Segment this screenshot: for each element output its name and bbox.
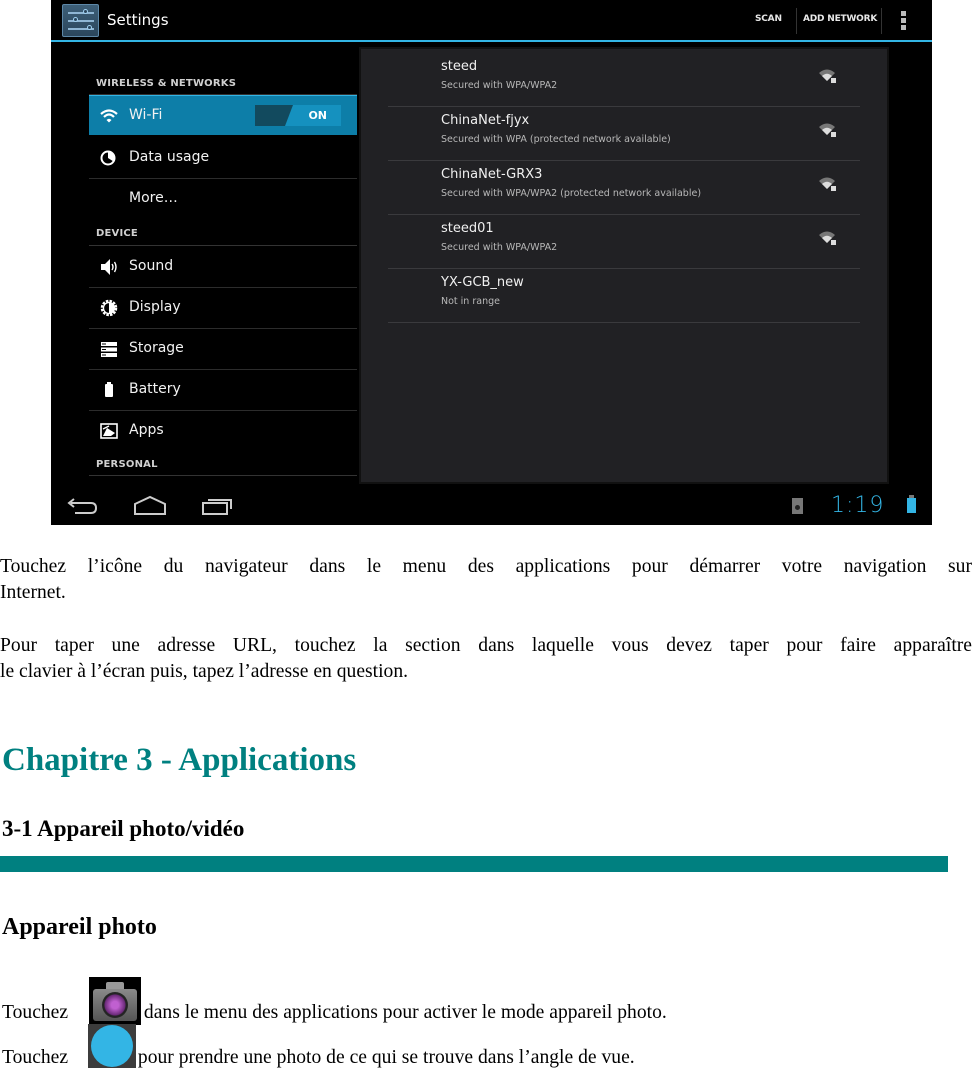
wifi-lock-icon	[818, 229, 838, 247]
sd-card-icon	[792, 498, 803, 514]
category-personal: PERSONAL	[96, 459, 158, 470]
sidebar-item-more[interactable]: More…	[89, 179, 357, 219]
sound-icon	[99, 257, 119, 277]
sidebar-item-label: Wi-Fi	[129, 107, 163, 123]
text-line: Internet.	[0, 582, 66, 603]
network-item[interactable]: steed01 Secured with WPA/WPA2	[388, 215, 860, 269]
sidebar-item-sound[interactable]: Sound	[89, 247, 357, 287]
sidebar-item-battery[interactable]: Battery	[89, 370, 357, 410]
data-usage-icon	[99, 148, 119, 168]
sidebar-item-label: Data usage	[129, 149, 210, 165]
network-item[interactable]: YX-GCB_new Not in range	[388, 269, 860, 323]
overflow-menu-icon[interactable]	[901, 11, 907, 31]
text-line: le clavier à l’écran puis, tapez l’adres…	[0, 661, 409, 682]
divider	[89, 245, 357, 246]
shutter-button-icon	[88, 1024, 136, 1068]
clock: 1:19	[831, 493, 885, 518]
network-item[interactable]: ChinaNet-GRX3 Secured with WPA/WPA2 (pro…	[388, 161, 860, 215]
sidebar-item-label: Sound	[129, 258, 174, 274]
network-status: Secured with WPA/WPA2	[441, 242, 558, 253]
text-line: Pour taper une adresse URL, touchez la s…	[0, 635, 972, 656]
instruction-text: dans le menu des applications pour activ…	[143, 1002, 667, 1023]
paragraph-browser: Touchez l’icône du navigateur dans le me…	[0, 554, 972, 606]
category-wireless-networks: WIRELESS & NETWORKS	[96, 78, 237, 89]
network-status: Secured with WPA/WPA2 (protected network…	[441, 188, 702, 199]
network-item[interactable]: ChinaNet-fjyx Secured with WPA (protecte…	[388, 107, 860, 161]
instruction-text: pour prendre une photo de ce qui se trou…	[137, 1047, 635, 1068]
action-divider	[796, 8, 797, 34]
settings-screenshot: Settings SCAN ADD NETWORK WIRELESS & NET…	[51, 0, 932, 525]
divider	[388, 322, 860, 323]
settings-sidebar: WIRELESS & NETWORKS Wi-Fi ON Data usage …	[89, 70, 357, 480]
scan-button[interactable]: SCAN	[755, 14, 782, 24]
display-icon	[99, 298, 119, 318]
network-name: YX-GCB_new	[441, 275, 524, 290]
network-name: steed01	[441, 221, 494, 236]
recent-apps-icon[interactable]	[201, 495, 235, 521]
section-rule	[0, 856, 948, 872]
divider	[89, 475, 357, 476]
sidebar-item-storage[interactable]: Storage	[89, 329, 357, 369]
battery-icon	[99, 380, 119, 400]
app-title: Settings	[107, 11, 169, 29]
instruction-prefix: Touchez	[2, 1047, 69, 1068]
wifi-lock-icon	[818, 67, 838, 85]
sidebar-item-label: Apps	[129, 422, 164, 438]
wifi-network-list: steed Secured with WPA/WPA2 ChinaNet-fjy…	[359, 47, 889, 484]
sidebar-item-wifi[interactable]: Wi-Fi ON	[89, 95, 357, 135]
network-item[interactable]: steed Secured with WPA/WPA2	[388, 53, 860, 107]
network-name: ChinaNet-fjyx	[441, 113, 530, 128]
sidebar-item-apps[interactable]: Apps	[89, 411, 357, 451]
network-name: steed	[441, 59, 478, 74]
battery-status-icon	[907, 495, 916, 513]
network-status: Secured with WPA/WPA2	[441, 80, 558, 91]
wifi-icon	[99, 106, 119, 126]
storage-icon	[99, 339, 119, 359]
sidebar-item-label: Display	[129, 299, 181, 315]
sidebar-item-data-usage[interactable]: Data usage	[89, 138, 357, 178]
instruction-prefix: Touchez	[2, 1002, 69, 1023]
paragraph-url: Pour taper une adresse URL, touchez la s…	[0, 633, 972, 685]
camera-app-icon	[89, 977, 141, 1025]
text-line: Touchez l’icône du navigateur dans le me…	[0, 556, 972, 577]
toggle-state: ON	[308, 109, 327, 122]
subsection-heading: Appareil photo	[2, 914, 157, 940]
sidebar-item-label: More…	[129, 190, 178, 206]
add-network-button[interactable]: ADD NETWORK	[803, 14, 877, 24]
network-status: Not in range	[441, 296, 500, 307]
network-name: ChinaNet-GRX3	[441, 167, 543, 182]
sidebar-item-label: Battery	[129, 381, 181, 397]
network-status: Secured with WPA (protected network avai…	[441, 134, 671, 145]
sidebar-item-label: Storage	[129, 340, 184, 356]
chapter-heading: Chapitre 3 - Applications	[2, 742, 357, 778]
section-heading: 3-1 Appareil photo/vidéo	[2, 816, 245, 841]
wifi-toggle[interactable]: ON	[255, 105, 341, 126]
apps-icon	[99, 421, 119, 441]
category-device: DEVICE	[96, 228, 138, 239]
system-nav-bar: 1:19	[51, 485, 932, 525]
back-icon[interactable]	[65, 495, 99, 521]
wifi-lock-icon	[818, 175, 838, 193]
wifi-lock-icon	[818, 121, 838, 139]
action-bar: Settings SCAN ADD NETWORK	[51, 0, 932, 42]
settings-app-icon[interactable]	[62, 4, 99, 37]
home-icon[interactable]	[133, 495, 167, 521]
action-divider	[881, 8, 882, 34]
sidebar-item-display[interactable]: Display	[89, 288, 357, 328]
